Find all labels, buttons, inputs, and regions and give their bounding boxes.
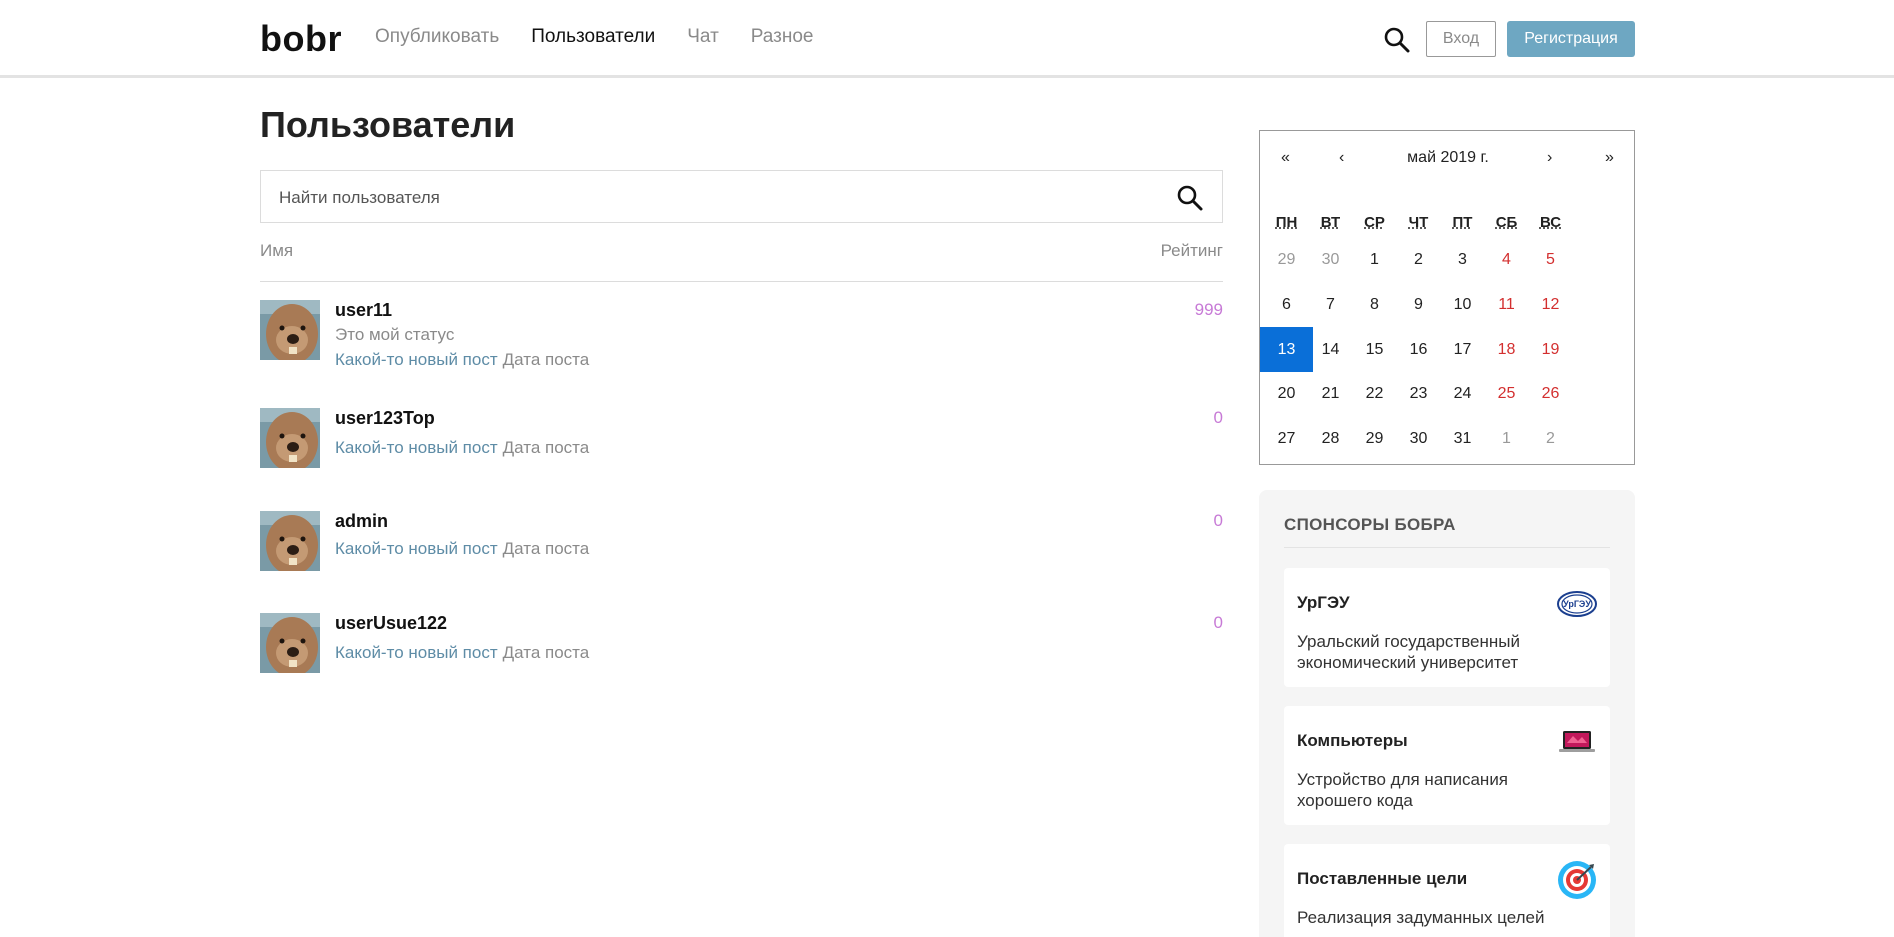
target-icon: [1558, 861, 1596, 899]
calendar-day[interactable]: 5: [1524, 237, 1577, 282]
search-icon[interactable]: [1176, 184, 1204, 212]
user-status: Это мой статус: [335, 325, 455, 344]
nav-misc[interactable]: Разное: [751, 26, 814, 48]
user-avatar[interactable]: [260, 408, 320, 468]
nav-users[interactable]: Пользователи: [531, 26, 655, 48]
site-logo[interactable]: bobr: [260, 18, 342, 60]
sponsor-card[interactable]: УрГЭУ Уральский государственный экономич…: [1284, 568, 1610, 687]
register-button[interactable]: Регистрация: [1507, 21, 1635, 57]
user-name[interactable]: userUsue122: [335, 613, 447, 634]
svg-text:УрГЭУ: УрГЭУ: [1563, 599, 1591, 609]
post-date: Дата поста: [502, 539, 590, 558]
nav-chat[interactable]: Чат: [687, 26, 719, 48]
usue-logo-icon: УрГЭУ: [1557, 591, 1597, 617]
user-rating: 999: [1194, 300, 1223, 319]
post-date: Дата поста: [502, 438, 590, 457]
sponsor-description: Реализация задуманных целей: [1297, 908, 1545, 927]
sponsor-card[interactable]: Компьютеры Устройство для написания хоро…: [1284, 706, 1610, 825]
sponsor-name: Компьютеры: [1297, 731, 1408, 750]
calendar-widget: « ‹ май 2019 г. › » ПН ВТ СР ЧТ ПТ СБ ВС 29 30 1 2…: [1259, 130, 1635, 465]
user-latest-post: Какой-то новый пост Дата поста: [335, 643, 589, 663]
user-latest-post: Какой-то новый пост Дата поста: [335, 438, 589, 458]
calendar-month-title[interactable]: май 2019 г.: [1260, 149, 1636, 167]
calendar-day[interactable]: 26: [1524, 371, 1577, 416]
sponsor-card[interactable]: Поставленные цели Реализация задуманных …: [1284, 844, 1610, 937]
post-link[interactable]: Какой-то новый пост: [335, 438, 498, 457]
divider: [260, 281, 1223, 282]
column-header-rating[interactable]: Рейтинг: [1100, 241, 1223, 261]
calendar-day[interactable]: 19: [1524, 327, 1577, 372]
user-latest-post: Какой-то новый пост Дата поста: [335, 350, 589, 370]
post-link[interactable]: Какой-то новый пост: [335, 539, 498, 558]
main-nav: Опубликовать Пользователи Чат Разное: [375, 26, 814, 48]
user-search-input[interactable]: [279, 185, 1139, 211]
sponsor-description: Устройство для написания хорошего кода: [1297, 770, 1509, 810]
user-rating: 0: [1213, 613, 1223, 632]
post-date: Дата поста: [502, 350, 590, 369]
user-name[interactable]: admin: [335, 511, 388, 532]
calendar-day-other-month[interactable]: 2: [1524, 416, 1577, 461]
next-year-button[interactable]: »: [1605, 149, 1614, 167]
post-link[interactable]: Какой-то новый пост: [335, 643, 498, 662]
top-navbar: bobr Опубликовать Пользователи Чат Разно…: [0, 0, 1894, 78]
user-name[interactable]: user123Top: [335, 408, 435, 429]
calendar-day[interactable]: 12: [1524, 282, 1577, 327]
sponsors-title: СПОНСОРЫ БОБРА: [1284, 515, 1456, 534]
laptop-icon: [1559, 731, 1595, 752]
next-month-button[interactable]: ›: [1547, 149, 1552, 167]
sponsors-panel: СПОНСОРЫ БОБРА УрГЭУ Уральский государст…: [1259, 490, 1635, 937]
sponsor-name: УрГЭУ: [1297, 593, 1350, 612]
user-name[interactable]: user11: [335, 300, 392, 321]
column-header-name[interactable]: Имя: [260, 241, 293, 261]
sponsor-name: Поставленные цели: [1297, 869, 1468, 888]
user-rating: 0: [1213, 511, 1223, 530]
login-button[interactable]: Вход: [1426, 21, 1496, 57]
post-link[interactable]: Какой-то новый пост: [335, 350, 498, 369]
user-avatar[interactable]: [260, 613, 320, 673]
user-avatar[interactable]: [260, 300, 320, 360]
weekday-header: ВС: [1539, 214, 1562, 231]
nav-publish[interactable]: Опубликовать: [375, 26, 499, 48]
user-avatar[interactable]: [260, 511, 320, 571]
search-icon[interactable]: [1383, 26, 1411, 54]
divider: [1284, 547, 1610, 548]
sponsor-description: Уральский государственный экономический …: [1297, 632, 1520, 672]
page-title: Пользователи: [260, 104, 516, 145]
user-latest-post: Какой-то новый пост Дата поста: [335, 539, 589, 559]
user-search-box: [260, 170, 1223, 223]
user-rating: 0: [1213, 408, 1223, 427]
post-date: Дата поста: [502, 643, 590, 662]
